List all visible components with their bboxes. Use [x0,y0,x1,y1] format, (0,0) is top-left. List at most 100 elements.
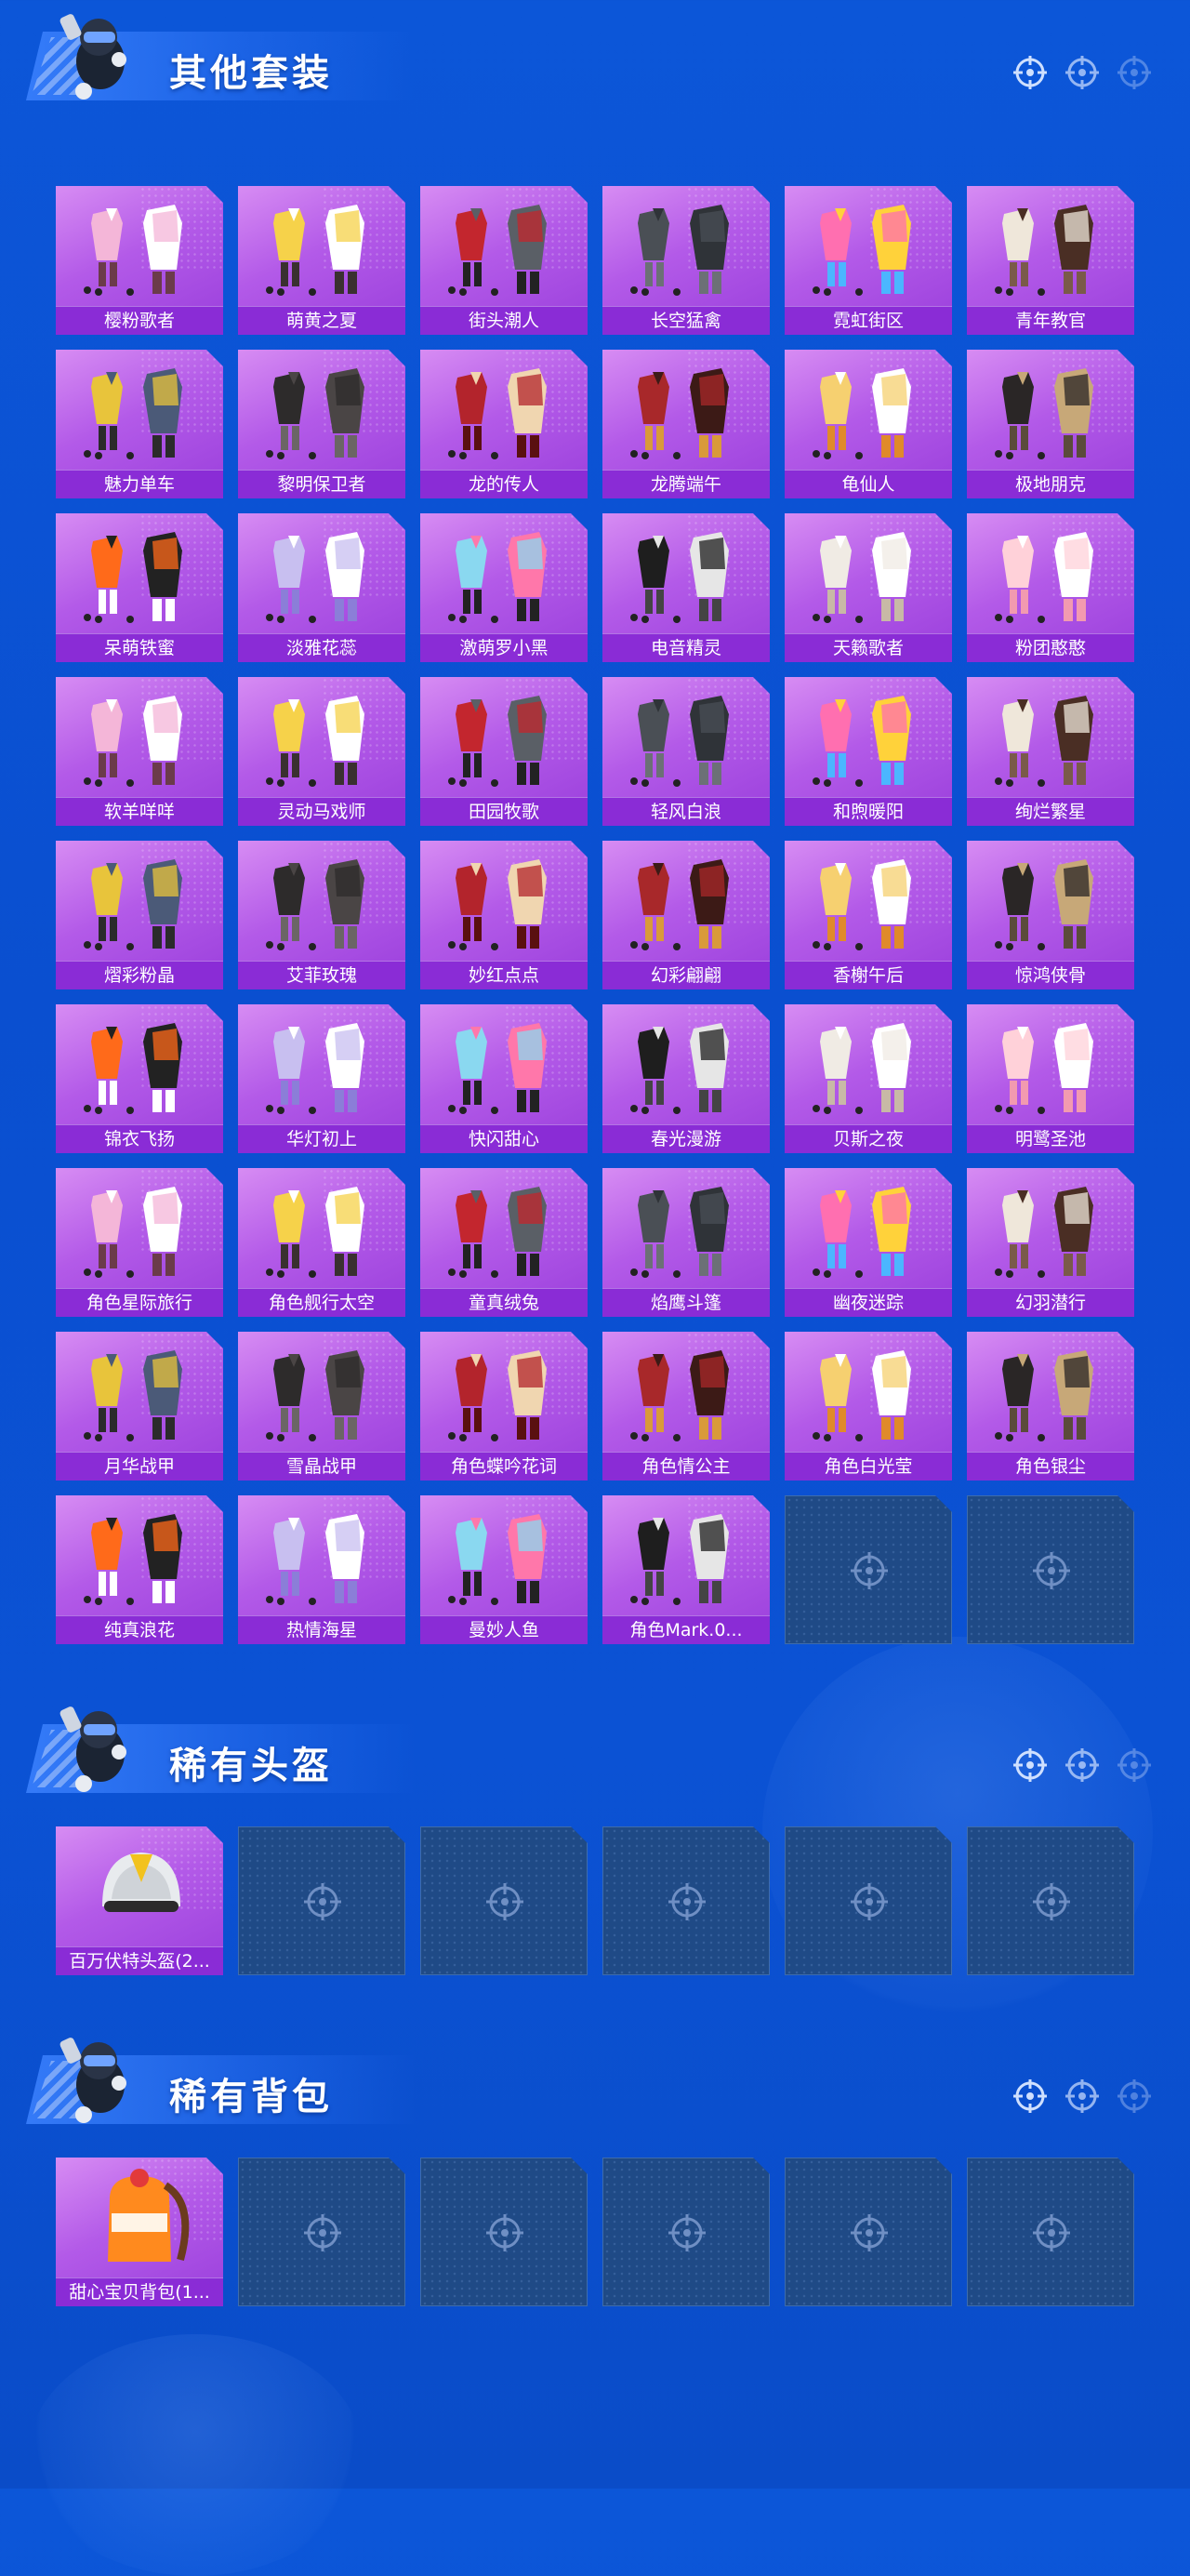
card-label: 龟仙人 [785,470,952,498]
crosshair-icon [1065,1748,1099,1782]
outfit-card[interactable]: 天籁歌者 [785,513,952,662]
card-label: 熠彩粉晶 [56,961,223,989]
outfit-card[interactable]: 粉团憨憨 [967,513,1134,662]
header-decor-icons [1012,2078,1153,2115]
outfit-icon [56,350,223,469]
outfit-card[interactable]: 长空猛禽 [602,186,770,335]
crosshair-icon [1117,2079,1151,2113]
backpack-card[interactable]: 甜心宝贝背包(1... [56,2158,223,2306]
outfit-card[interactable]: 绚烂繁星 [967,677,1134,826]
outfit-icon [238,677,405,796]
outfit-icon [967,841,1134,960]
outfit-card[interactable]: 月华战甲 [56,1332,223,1481]
crosshair-icon [1031,2212,1072,2253]
outfit-icon [420,1495,588,1614]
outfit-icon [420,841,588,960]
outfit-card[interactable]: 霓虹街区 [785,186,952,335]
card-label: 童真绒兔 [420,1288,588,1317]
soldier-mascot-icon [60,1706,126,1792]
outfit-icon [967,1168,1134,1287]
helmet-card[interactable]: 百万伏特头盔(2... [56,1826,223,1975]
outfit-card[interactable]: 角色舰行太空 [238,1168,405,1317]
outfit-card[interactable]: 惊鸿侠骨 [967,841,1134,989]
crosshair-icon [1065,56,1099,89]
card-label: 角色蝶吟花词 [420,1452,588,1481]
outfit-card[interactable]: 轻风白浪 [602,677,770,826]
outfit-card[interactable]: 龙的传人 [420,350,588,498]
outfit-card[interactable]: 灵动马戏师 [238,677,405,826]
outfit-icon [238,186,405,305]
outfit-card[interactable]: 角色情公主 [602,1332,770,1481]
outfit-card[interactable]: 呆萌铁蜜 [56,513,223,662]
outfit-icon [602,1495,770,1614]
outfit-icon [56,841,223,960]
outfit-card[interactable]: 淡雅花蕊 [238,513,405,662]
crosshair-icon [667,1881,707,1922]
outfit-card[interactable]: 魅力单车 [56,350,223,498]
card-label: 田园牧歌 [420,797,588,826]
card-label: 呆萌铁蜜 [56,633,223,662]
card-label: 明鹭圣池 [967,1124,1134,1153]
outfit-icon [967,186,1134,305]
outfit-card[interactable]: 电音精灵 [602,513,770,662]
outfit-icon [420,186,588,305]
backpacks-section-header: 稀有背包 [0,2024,1190,2135]
outfit-card[interactable]: 角色白光莹 [785,1332,952,1481]
outfit-card[interactable]: 和煦暖阳 [785,677,952,826]
outfit-card[interactable]: 萌黄之夏 [238,186,405,335]
helmet-icon [56,1826,223,1945]
backpack-icon [56,2158,223,2277]
card-label: 雪晶战甲 [238,1452,405,1481]
outfit-card[interactable]: 明鹭圣池 [967,1004,1134,1153]
outfit-card[interactable]: 樱粉歌者 [56,186,223,335]
outfit-card[interactable]: 角色Mark.0... [602,1495,770,1644]
outfit-card[interactable]: 极地朋克 [967,350,1134,498]
outfit-card[interactable]: 龟仙人 [785,350,952,498]
outfit-card[interactable]: 田园牧歌 [420,677,588,826]
outfit-icon [602,1332,770,1451]
card-label: 樱粉歌者 [56,306,223,335]
outfit-icon [967,1332,1134,1451]
outfit-card[interactable]: 软羊咩咩 [56,677,223,826]
outfit-card[interactable]: 香榭午后 [785,841,952,989]
outfit-card[interactable]: 雪晶战甲 [238,1332,405,1481]
outfits-section-header: 其他套装 [0,0,1190,112]
outfit-icon [420,350,588,469]
empty-slot [420,1826,588,1975]
outfit-card[interactable]: 艾菲玫瑰 [238,841,405,989]
outfit-card[interactable]: 角色星际旅行 [56,1168,223,1317]
outfit-card[interactable]: 春光漫游 [602,1004,770,1153]
outfit-card[interactable]: 角色蝶吟花词 [420,1332,588,1481]
outfit-card[interactable]: 熠彩粉晶 [56,841,223,989]
outfit-card[interactable]: 角色银尘 [967,1332,1134,1481]
outfit-card[interactable]: 激萌罗小黑 [420,513,588,662]
outfit-icon [420,1168,588,1287]
outfit-card[interactable]: 焰鹰斗篷 [602,1168,770,1317]
outfit-card[interactable]: 幽夜迷踪 [785,1168,952,1317]
empty-slot [967,1495,1134,1644]
outfit-card[interactable]: 黎明保卫者 [238,350,405,498]
outfit-card[interactable]: 华灯初上 [238,1004,405,1153]
outfit-card[interactable]: 纯真浪花 [56,1495,223,1644]
outfit-card[interactable]: 龙腾端午 [602,350,770,498]
outfit-card[interactable]: 妙红点点 [420,841,588,989]
empty-slot [785,2158,952,2306]
crosshair-icon [1013,1748,1047,1782]
outfit-card[interactable]: 热情海星 [238,1495,405,1644]
outfit-card[interactable]: 快闪甜心 [420,1004,588,1153]
empty-slot [420,2158,588,2306]
outfit-card[interactable]: 街头潮人 [420,186,588,335]
crosshair-icon [1031,1881,1072,1922]
card-label: 长空猛禽 [602,306,770,335]
helmets-section-header: 稀有头盔 [0,1693,1190,1804]
outfit-card[interactable]: 贝斯之夜 [785,1004,952,1153]
crosshair-icon [302,1881,343,1922]
outfit-card[interactable]: 幻彩翩翩 [602,841,770,989]
card-label: 热情海星 [238,1615,405,1644]
crosshair-icon [484,1881,525,1922]
outfit-card[interactable]: 曼妙人鱼 [420,1495,588,1644]
outfit-card[interactable]: 锦衣飞扬 [56,1004,223,1153]
outfit-card[interactable]: 幻羽潜行 [967,1168,1134,1317]
outfit-card[interactable]: 童真绒兔 [420,1168,588,1317]
outfit-card[interactable]: 青年教官 [967,186,1134,335]
